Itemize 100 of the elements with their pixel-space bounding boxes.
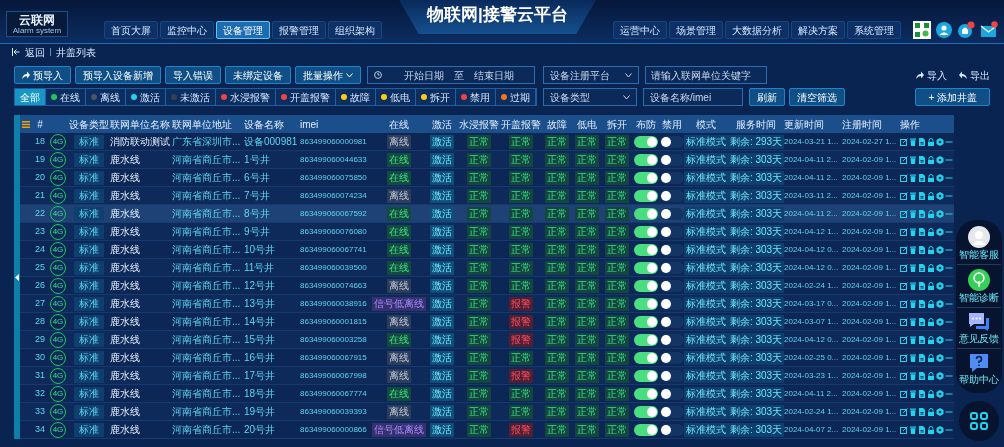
apps-button[interactable] bbox=[959, 401, 999, 441]
nav-tab[interactable]: 运营中心 bbox=[613, 21, 667, 39]
edit-icon[interactable] bbox=[900, 371, 908, 380]
sidebar-button[interactable]: 智能诊断 bbox=[957, 267, 1001, 308]
hexagon-icon[interactable] bbox=[936, 227, 944, 236]
toggle-switch[interactable] bbox=[634, 135, 658, 148]
trash-icon[interactable] bbox=[909, 317, 917, 326]
hexagon-icon[interactable] bbox=[936, 245, 944, 254]
toolbar-button[interactable]: 预导入 bbox=[14, 66, 71, 84]
filter-tab[interactable]: 水浸报警 bbox=[216, 89, 276, 105]
lock-icon[interactable] bbox=[927, 389, 935, 398]
nav-tab[interactable]: 大数据分析 bbox=[725, 21, 789, 39]
trash-icon[interactable] bbox=[909, 227, 917, 236]
nav-tab[interactable]: 场景管理 bbox=[669, 21, 723, 39]
hexagon-icon[interactable] bbox=[936, 425, 944, 434]
toggle-switch[interactable] bbox=[660, 351, 684, 364]
edit-icon[interactable] bbox=[900, 191, 908, 200]
toggle-switch[interactable] bbox=[634, 171, 658, 184]
document-icon[interactable] bbox=[918, 371, 926, 380]
document-icon[interactable] bbox=[918, 299, 926, 308]
toggle-switch[interactable] bbox=[660, 243, 684, 256]
search-field[interactable]: 设备名称/imei bbox=[643, 88, 743, 106]
add-button[interactable]: + 添加井盖 bbox=[915, 88, 990, 106]
toggle-switch[interactable] bbox=[660, 387, 684, 400]
document-icon[interactable] bbox=[918, 173, 926, 182]
trash-icon[interactable] bbox=[909, 245, 917, 254]
edit-icon[interactable] bbox=[900, 317, 908, 326]
toggle-switch[interactable] bbox=[634, 315, 658, 328]
lock-icon[interactable] bbox=[927, 137, 935, 146]
toggle-switch[interactable] bbox=[634, 207, 658, 220]
toggle-switch[interactable] bbox=[660, 315, 684, 328]
hexagon-icon[interactable] bbox=[936, 299, 944, 308]
lock-icon[interactable] bbox=[927, 227, 935, 236]
hexagon-icon[interactable] bbox=[936, 407, 944, 416]
trash-icon[interactable] bbox=[909, 137, 917, 146]
lock-icon[interactable] bbox=[927, 173, 935, 182]
import-link[interactable]: 导入 bbox=[916, 67, 947, 83]
toggle-switch[interactable] bbox=[660, 279, 684, 292]
edit-icon[interactable] bbox=[900, 137, 908, 146]
edit-icon[interactable] bbox=[900, 299, 908, 308]
edit-icon[interactable] bbox=[900, 407, 908, 416]
nav-tab[interactable]: 解决方案 bbox=[791, 21, 845, 39]
document-icon[interactable] bbox=[918, 425, 926, 434]
lock-icon[interactable] bbox=[927, 425, 935, 434]
edit-icon[interactable] bbox=[900, 155, 908, 164]
edit-icon[interactable] bbox=[900, 281, 908, 290]
filter-tab[interactable]: 在线 bbox=[46, 89, 86, 105]
trash-icon[interactable] bbox=[909, 335, 917, 344]
toggle-switch[interactable] bbox=[660, 261, 684, 274]
trash-icon[interactable] bbox=[909, 407, 917, 416]
document-icon[interactable] bbox=[918, 407, 926, 416]
toggle-switch[interactable] bbox=[660, 405, 684, 418]
export-link[interactable]: 导出 bbox=[959, 67, 990, 83]
trash-icon[interactable] bbox=[909, 191, 917, 200]
toggle-switch[interactable] bbox=[634, 297, 658, 310]
hexagon-icon[interactable] bbox=[936, 263, 944, 272]
filter-tab[interactable]: 拆开 bbox=[416, 89, 456, 105]
document-icon[interactable] bbox=[918, 317, 926, 326]
nav-tab[interactable]: 监控中心 bbox=[160, 21, 214, 39]
filter-tab[interactable]: 禁用 bbox=[456, 89, 496, 105]
filter-tab[interactable]: 故障 bbox=[336, 89, 376, 105]
hexagon-icon[interactable] bbox=[936, 173, 944, 182]
toggle-switch[interactable] bbox=[634, 153, 658, 166]
lock-icon[interactable] bbox=[927, 155, 935, 164]
hexagon-icon[interactable] bbox=[936, 371, 944, 380]
toggle-switch[interactable] bbox=[634, 243, 658, 256]
trash-icon[interactable] bbox=[909, 155, 917, 164]
hexagon-icon[interactable] bbox=[936, 155, 944, 164]
edit-icon[interactable] bbox=[900, 209, 908, 218]
hexagon-icon[interactable] bbox=[936, 281, 944, 290]
lock-icon[interactable] bbox=[927, 335, 935, 344]
nav-tab[interactable]: 设备管理 bbox=[216, 21, 270, 39]
toggle-switch[interactable] bbox=[634, 405, 658, 418]
filter-tab[interactable]: 开盖报警 bbox=[276, 89, 336, 105]
sidebar-button[interactable]: 帮助中心 bbox=[957, 351, 1001, 389]
toolbar-button[interactable]: 预导入设备新增 bbox=[75, 66, 161, 84]
lock-icon[interactable] bbox=[927, 317, 935, 326]
toolbar-button[interactable]: 未绑定设备 bbox=[225, 66, 291, 84]
trash-icon[interactable] bbox=[909, 425, 917, 434]
trash-icon[interactable] bbox=[909, 371, 917, 380]
document-icon[interactable] bbox=[918, 245, 926, 254]
lock-icon[interactable] bbox=[927, 263, 935, 272]
lock-icon[interactable] bbox=[927, 371, 935, 380]
lock-icon[interactable] bbox=[927, 299, 935, 308]
document-icon[interactable] bbox=[918, 263, 926, 272]
hexagon-icon[interactable] bbox=[936, 191, 944, 200]
lock-icon[interactable] bbox=[927, 209, 935, 218]
edit-icon[interactable] bbox=[900, 263, 908, 272]
hexagon-icon[interactable] bbox=[936, 389, 944, 398]
edit-icon[interactable] bbox=[900, 353, 908, 362]
document-icon[interactable] bbox=[918, 389, 926, 398]
toggle-switch[interactable] bbox=[660, 189, 684, 202]
edit-icon[interactable] bbox=[900, 227, 908, 236]
toggle-switch[interactable] bbox=[634, 351, 658, 364]
document-icon[interactable] bbox=[918, 335, 926, 344]
type-select[interactable]: 设备类型 bbox=[543, 88, 637, 106]
lock-icon[interactable] bbox=[927, 191, 935, 200]
filter-tab[interactable]: 未激活 bbox=[166, 89, 216, 105]
lock-icon[interactable] bbox=[927, 281, 935, 290]
toggle-switch[interactable] bbox=[660, 171, 684, 184]
